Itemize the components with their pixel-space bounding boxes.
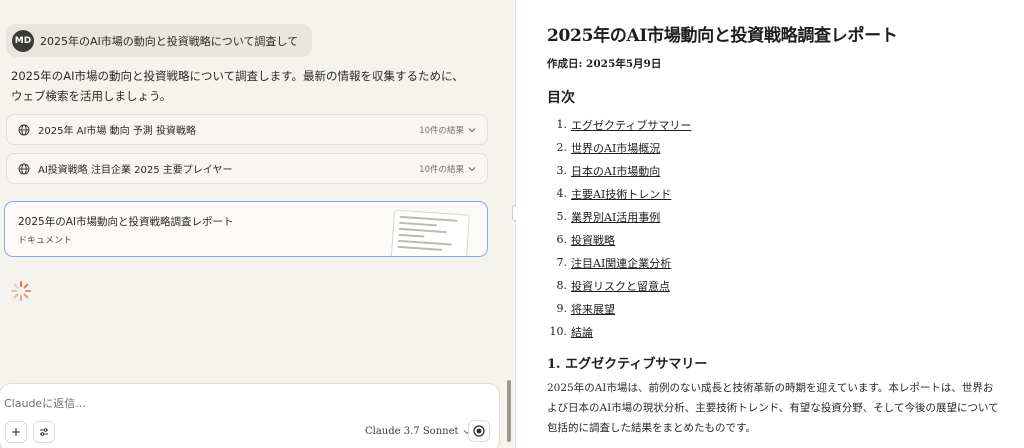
toc-item: 5. 業界別AI活用事例 xyxy=(547,205,691,228)
toc-number: 10. xyxy=(549,325,568,338)
artifact-type: ドキュメント xyxy=(18,236,73,246)
result-count: 10件の結果 xyxy=(419,125,464,136)
document-date: 作成日: 2025年5月9日 xyxy=(547,58,662,70)
toc-link[interactable]: 業界別AI活用事例 xyxy=(571,209,660,225)
toc-link[interactable]: 世界のAI市場概況 xyxy=(571,140,660,156)
toc-link[interactable]: 主要AI技術トレンド xyxy=(571,186,671,202)
section-heading: 1. エグゼクティブサマリー xyxy=(547,357,708,372)
toc-item: 3. 日本のAI市場動向 xyxy=(547,159,691,182)
toc-number: 5. xyxy=(556,210,568,223)
toc-link[interactable]: 日本のAI市場動向 xyxy=(571,163,660,179)
web-search-result-1[interactable]: 2025年 AI市場 動向 予測 投資戦略 10件の結果 xyxy=(6,114,488,145)
reply-input[interactable] xyxy=(4,394,404,412)
toc-number: 1. xyxy=(556,118,568,131)
globe-icon xyxy=(18,163,30,174)
toc-number: 6. xyxy=(556,233,568,246)
toc-link[interactable]: 注目AI関連企業分析 xyxy=(571,255,671,271)
artifact-thumbnail xyxy=(389,209,471,256)
table-of-contents: 1. エグゼクティブサマリー 2. 世界のAI市場概況 3. 日本のAI市場動向 4. 主要A… xyxy=(547,113,692,343)
toc-number: 8. xyxy=(556,279,568,292)
toc-number: 2. xyxy=(556,141,568,154)
document-title: 2025年のAI市場動向と投資戦略調査レポート xyxy=(547,26,898,46)
toc-number: 7. xyxy=(556,256,568,269)
search-query-text: 2025年 AI市場 動向 予測 投資戦略 xyxy=(38,126,196,137)
assistant-message-text: 2025年のAI市場の動向と投資戦略について調査します。最新の情報を収集するため… xyxy=(11,69,464,103)
tools-button[interactable] xyxy=(33,421,55,443)
model-name: Claude 3.7 Sonnet xyxy=(365,426,459,437)
user-message-text: 2025年のAI市場の動向と投資戦略について調査して xyxy=(40,34,299,48)
toc-link[interactable]: 投資リスクと留意点 xyxy=(571,278,670,294)
web-search-result-2[interactable]: AI投資戦略 注目企業 2025 主要プレイヤー 10件の結果 xyxy=(6,153,488,184)
toc-number: 4. xyxy=(556,187,568,200)
artifact-card[interactable]: 2025年のAI市場動向と投資戦略調査レポート ドキュメント xyxy=(4,201,488,257)
result-count: 10件の結果 xyxy=(419,164,464,175)
add-attachment-button[interactable] xyxy=(5,421,27,443)
toc-item: 1. エグゼクティブサマリー xyxy=(547,113,692,136)
toc-heading: 目次 xyxy=(547,90,575,106)
artifact-title: 2025年のAI市場動向と投資戦略調査レポート xyxy=(18,216,234,228)
toc-item: 9. 将来展望 xyxy=(547,297,691,320)
toc-link[interactable]: 結論 xyxy=(571,324,593,340)
record-icon xyxy=(473,425,485,437)
toc-item: 6. 投資戦略 xyxy=(547,228,691,251)
toc-item: 4. 主要AI技術トレンド xyxy=(547,182,691,205)
chat-pane: MD 2025年のAI市場の動向と投資戦略について調査して 2025年のAI市場… xyxy=(0,0,512,448)
chat-scrollbar[interactable] xyxy=(507,380,511,442)
toc-number: 9. xyxy=(556,302,568,315)
toc-item: 2. 世界のAI市場概況 xyxy=(547,136,691,159)
plus-icon xyxy=(12,428,20,436)
user-message-bubble: MD 2025年のAI市場の動向と投資戦略について調査して xyxy=(6,24,313,57)
loading-spinner-icon xyxy=(11,281,31,301)
avatar: MD xyxy=(12,29,34,52)
toc-link[interactable]: 投資戦略 xyxy=(571,232,615,248)
reply-composer: Claude 3.7 Sonnet xyxy=(0,383,500,448)
toc-link[interactable]: エグゼクティブサマリー xyxy=(571,117,691,133)
model-selector[interactable]: Claude 3.7 Sonnet xyxy=(365,426,471,437)
chevron-down-icon xyxy=(468,166,476,171)
search-query-text: AI投資戦略 注目企業 2025 主要プレイヤー xyxy=(38,165,233,176)
record-button[interactable] xyxy=(468,420,490,442)
toc-item: 8. 投資リスクと留意点 xyxy=(547,274,691,297)
document-pane: 2025年のAI市場動向と投資戦略調査レポート 作成日: 2025年5月9日 目… xyxy=(516,0,1024,448)
globe-icon xyxy=(18,124,30,135)
toc-item: 7. 注目AI関連企業分析 xyxy=(547,251,691,274)
toc-item: 10. 結論 xyxy=(547,320,691,343)
section-paragraph: 2025年のAI市場は、前例のない成長と技術革新の時期を迎えています。本レポート… xyxy=(547,382,999,434)
chevron-down-icon xyxy=(468,127,476,132)
toc-link[interactable]: 将来展望 xyxy=(571,301,615,317)
sliders-icon xyxy=(40,428,48,436)
toc-number: 3. xyxy=(556,164,568,177)
